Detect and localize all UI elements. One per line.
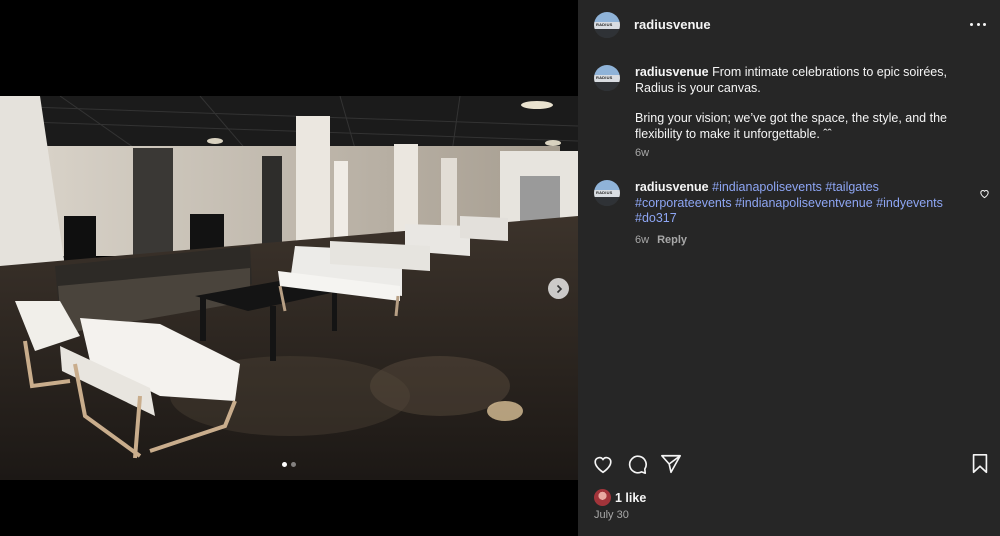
caption-username[interactable]: radiusvenue (635, 65, 709, 79)
likes-summary[interactable]: 1 like (594, 489, 646, 506)
save-button[interactable] (970, 453, 990, 475)
comment-like-button[interactable] (979, 188, 990, 199)
post-username[interactable]: radiusvenue (634, 17, 711, 32)
share-button[interactable] (660, 453, 682, 475)
like-button[interactable] (592, 453, 614, 475)
carousel-next-button[interactable] (548, 278, 569, 299)
comment-timestamp[interactable]: 6w (635, 234, 649, 246)
chevron-right-icon (556, 284, 562, 293)
hashtag[interactable]: #indyevents (876, 196, 943, 210)
comment-button[interactable] (626, 453, 648, 475)
hashtag[interactable]: #corporateevents (635, 196, 732, 210)
liker-avatar (594, 489, 611, 506)
hashtag[interactable]: #indianapoliseventvenue (735, 196, 873, 210)
post-header: RADIUS radiusvenue (578, 0, 1000, 50)
reply-button[interactable]: Reply (657, 234, 687, 246)
carousel-dot (291, 462, 296, 467)
caption-avatar[interactable]: RADIUS (594, 65, 620, 91)
carousel-indicator (282, 462, 296, 467)
more-options-button[interactable] (970, 16, 986, 32)
comment-meta: 6w Reply (635, 234, 687, 246)
post-actions (578, 453, 1000, 477)
hashtag[interactable]: #indianapolisevents (712, 180, 822, 194)
paper-plane-icon (661, 454, 681, 474)
bookmark-icon (972, 454, 988, 474)
comment-text: radiusvenue #indianapolisevents #tailgat… (635, 180, 945, 227)
heart-icon (980, 190, 989, 199)
comment-username[interactable]: radiusvenue (635, 180, 709, 194)
venue-photo (0, 96, 578, 480)
profile-avatar[interactable]: RADIUS (594, 12, 620, 38)
heart-icon (594, 456, 612, 474)
more-horizontal-icon (970, 22, 973, 26)
hashtag[interactable]: #do317 (635, 211, 677, 225)
comment-avatar[interactable]: RADIUS (594, 180, 620, 206)
hashtag[interactable]: #tailgates (825, 180, 879, 194)
caption-line2: Bring your vision; we’ve got the space, … (635, 111, 947, 141)
carousel-dot-active (282, 462, 287, 467)
post-media (0, 0, 578, 536)
venue-interior-image (0, 96, 578, 480)
caption-timestamp[interactable]: 6w (635, 147, 649, 159)
post-date[interactable]: July 30 (594, 509, 629, 521)
caption-text: radiusvenue From intimate celebrations t… (635, 65, 965, 142)
likes-count[interactable]: 1 like (615, 491, 646, 505)
avatar-logo-text: RADIUS (596, 22, 613, 27)
post-details-panel: RADIUS radiusvenue RADIUS radiusvenue Fr… (578, 0, 1000, 536)
comment-icon (628, 455, 647, 474)
